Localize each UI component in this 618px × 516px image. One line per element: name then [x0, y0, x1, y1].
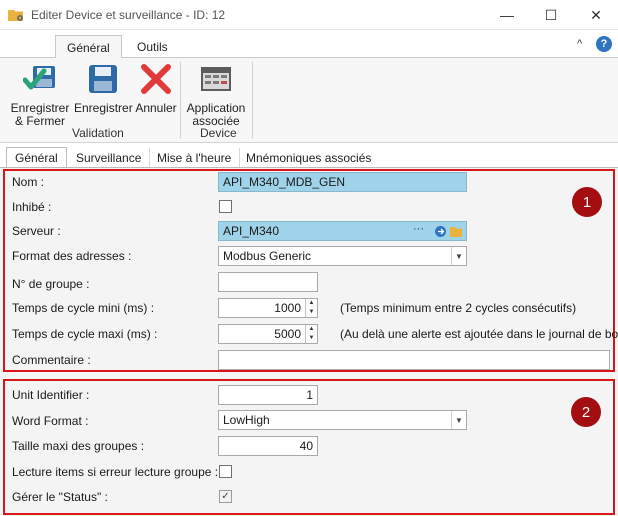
- collapse-ribbon-icon[interactable]: ^: [577, 38, 582, 50]
- ribbon: Enregistrer & Fermer Enregistrer Annuler…: [0, 58, 618, 143]
- gerer-status-label: Gérer le "Status" :: [12, 490, 108, 504]
- serveur-input[interactable]: API_M340 ···: [218, 221, 467, 241]
- cycle-maxi-stepper[interactable]: 5000 ▲ ▼: [218, 324, 318, 344]
- cancel-button[interactable]: Annuler: [134, 62, 178, 115]
- cancel-label: Annuler: [135, 101, 177, 115]
- nom-label: Nom :: [12, 175, 45, 189]
- serveur-label: Serveur :: [12, 224, 61, 238]
- save-button[interactable]: Enregistrer: [74, 62, 133, 115]
- spin-up-icon[interactable]: ▲: [306, 299, 317, 308]
- window-title: Editer Device et surveillance - ID: 12: [31, 8, 226, 22]
- tab-surveillance[interactable]: Surveillance: [68, 148, 151, 168]
- taille-groupes-label: Taille maxi des groupes :: [12, 439, 145, 453]
- lecture-items-label: Lecture items si erreur lecture groupe :: [12, 465, 219, 479]
- commentaire-label: Commentaire :: [12, 353, 91, 367]
- groupe-input[interactable]: [218, 272, 318, 292]
- application-window-icon: [201, 67, 231, 91]
- save-close-button[interactable]: Enregistrer & Fermer: [8, 62, 72, 128]
- cancel-x-icon: [141, 64, 171, 94]
- group-label-device: Device: [200, 126, 237, 140]
- chevron-down-icon[interactable]: ▼: [451, 411, 466, 429]
- spin-up-icon[interactable]: ▲: [306, 325, 317, 334]
- inhibe-label: Inhibé :: [12, 200, 52, 214]
- ribbon-tab-general[interactable]: Général: [55, 35, 122, 59]
- nom-input[interactable]: API_M340_MDB_GEN: [218, 172, 467, 192]
- tab-mnemoniques[interactable]: Mnémoniques associés: [238, 148, 379, 168]
- unit-identifier-label: Unit Identifier :: [12, 388, 90, 402]
- unit-identifier-input[interactable]: 1: [218, 385, 318, 405]
- format-adresses-select[interactable]: Modbus Generic ▼: [218, 246, 467, 266]
- save-close-label-2: & Fermer: [14, 114, 65, 128]
- title-bar: Editer Device et surveillance - ID: 12 —…: [0, 0, 618, 30]
- save-label: Enregistrer: [74, 101, 133, 115]
- cycle-maxi-hint: (Au delà une alerte est ajoutée dans le …: [340, 327, 618, 341]
- inhibe-checkbox[interactable]: [219, 200, 232, 213]
- lecture-items-checkbox[interactable]: [219, 465, 232, 478]
- group-label-validation: Validation: [72, 126, 124, 140]
- maximize-button[interactable]: ☐: [529, 0, 573, 30]
- cycle-mini-value: 1000: [274, 301, 301, 315]
- cycle-mini-stepper[interactable]: 1000 ▲ ▼: [218, 298, 318, 318]
- cycle-maxi-value: 5000: [274, 327, 301, 341]
- folder-gear-icon: [8, 10, 23, 21]
- annotation-badge-1: 1: [572, 187, 602, 217]
- format-adresses-label: Format des adresses :: [12, 249, 132, 263]
- close-button[interactable]: ✕: [574, 0, 618, 30]
- ribbon-separator: [252, 62, 253, 138]
- associated-app-button[interactable]: Application associée: [185, 62, 247, 128]
- save-close-icon: [22, 66, 55, 90]
- word-format-select[interactable]: LowHigh ▼: [218, 410, 467, 430]
- minimize-button[interactable]: —: [485, 0, 529, 30]
- taille-groupes-input[interactable]: 40: [218, 436, 318, 456]
- commentaire-input[interactable]: [218, 350, 610, 370]
- tab-mise-a-l-heure[interactable]: Mise à l'heure: [149, 148, 241, 168]
- general-tab-content: 1 Nom : API_M340_MDB_GEN Inhibé : Serveu…: [0, 167, 618, 516]
- spin-buttons[interactable]: ▲ ▼: [305, 299, 317, 317]
- spin-down-icon[interactable]: ▼: [306, 334, 317, 343]
- groupe-label: N° de groupe :: [12, 277, 90, 291]
- form-tab-bar: Général Surveillance Mise à l'heure Mném…: [0, 146, 618, 168]
- word-format-label: Word Format :: [12, 414, 89, 428]
- spin-buttons[interactable]: ▲ ▼: [305, 325, 317, 343]
- cycle-mini-label: Temps de cycle mini (ms) :: [12, 301, 155, 315]
- ribbon-separator: [180, 62, 181, 138]
- ellipsis-icon[interactable]: ···: [413, 223, 424, 235]
- gerer-status-checkbox[interactable]: ✓: [219, 490, 232, 503]
- annotation-badge-2: 2: [571, 397, 601, 427]
- help-icon[interactable]: ?: [596, 36, 612, 52]
- floppy-disk-icon: [89, 65, 117, 93]
- ribbon-tab-bar: Général Outils ^ ?: [0, 30, 618, 59]
- navigate-arrow-icon[interactable]: [435, 226, 446, 237]
- serveur-value: API_M340: [223, 224, 280, 238]
- cycle-maxi-label: Temps de cycle maxi (ms) :: [12, 327, 158, 341]
- cycle-mini-hint: (Temps minimum entre 2 cycles consécutif…: [340, 301, 577, 315]
- format-adresses-value: Modbus Generic: [223, 249, 312, 263]
- ribbon-tab-outils[interactable]: Outils: [126, 35, 179, 58]
- folder-icon[interactable]: [450, 226, 463, 237]
- tab-general[interactable]: Général: [6, 147, 67, 168]
- word-format-value: LowHigh: [223, 413, 270, 427]
- spin-down-icon[interactable]: ▼: [306, 308, 317, 317]
- chevron-down-icon[interactable]: ▼: [451, 247, 466, 265]
